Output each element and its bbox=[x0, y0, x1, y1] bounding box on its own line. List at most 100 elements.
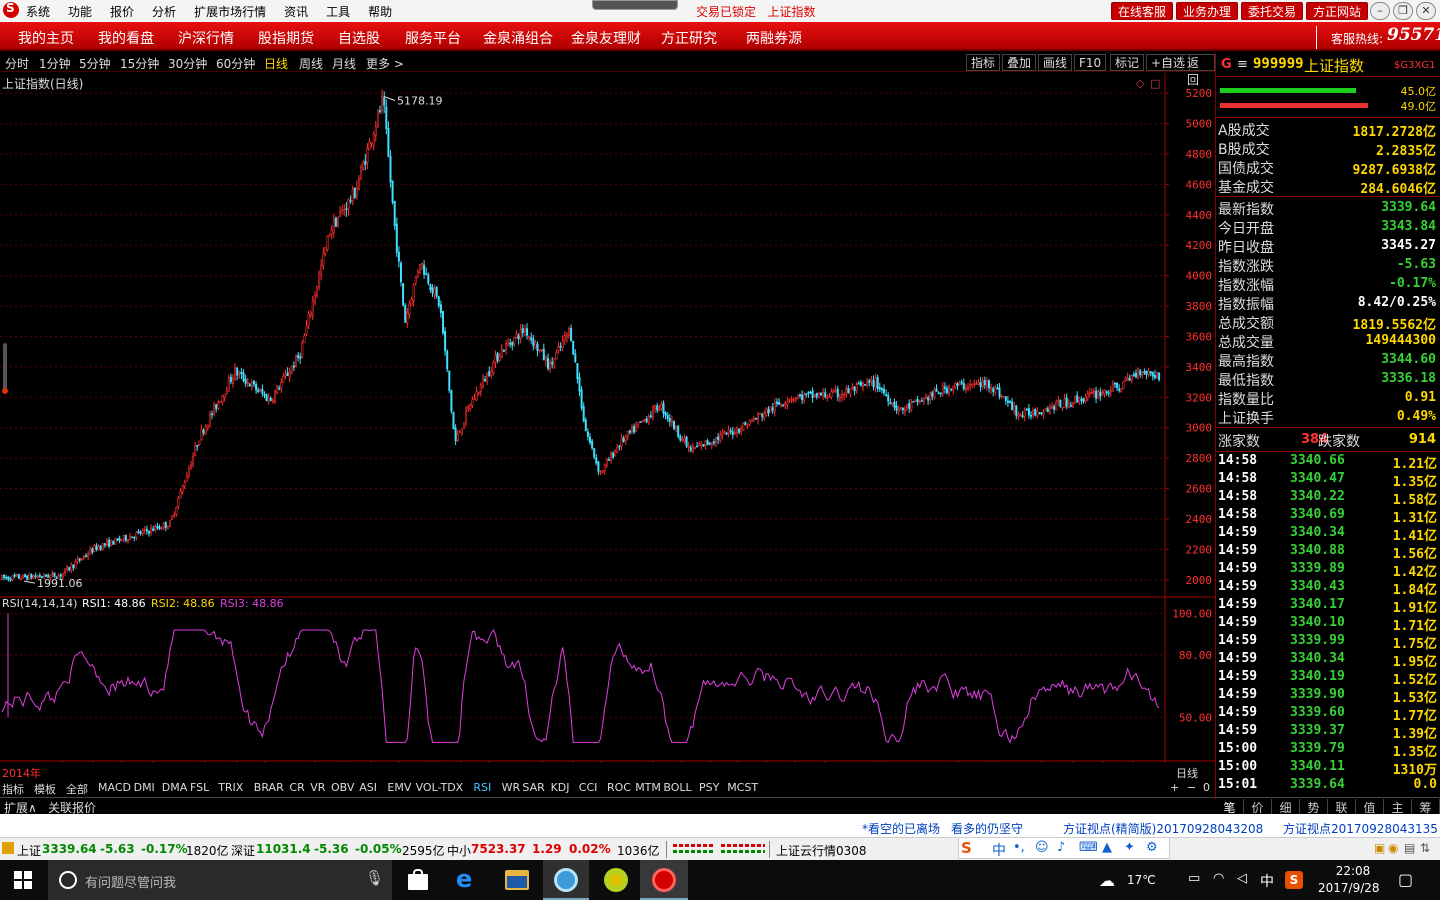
nav-my-board[interactable]: 我的看盘 bbox=[98, 28, 154, 48]
indicator-tab[interactable]: 指标 bbox=[2, 781, 24, 797]
news-item[interactable]: 看多的仍坚守 bbox=[951, 820, 1023, 837]
ime-indicator[interactable]: 中 bbox=[1260, 871, 1274, 891]
period-tick[interactable]: 分时 bbox=[5, 55, 29, 72]
zoom-out-icon[interactable]: − bbox=[1187, 781, 1196, 794]
indicator-tab[interactable]: BOLL bbox=[663, 781, 691, 794]
zoom-in-icon[interactable]: + bbox=[1170, 781, 1179, 794]
indicator-tab[interactable]: DMI bbox=[134, 781, 155, 794]
ime-toolbar[interactable]: S 中 •, ☺ ♪ ⌨ ▲ ✦ ⚙ bbox=[958, 837, 1170, 859]
taskbar-ie-app[interactable] bbox=[543, 860, 589, 900]
menu-system[interactable]: 系统 bbox=[26, 3, 50, 20]
emoji-icon[interactable]: ☺ bbox=[1035, 840, 1049, 855]
ime-mode-icon[interactable]: 中 bbox=[992, 840, 1006, 860]
indicator-tab[interactable]: OBV bbox=[331, 781, 354, 794]
indicator-tab[interactable]: ASI bbox=[359, 781, 377, 794]
menu-news[interactable]: 资讯 bbox=[284, 3, 308, 20]
taskbar-fangzheng-app[interactable] bbox=[640, 860, 688, 900]
tick-list[interactable]: 14:58 3340.66 1.21亿 14:58 3340.47 1.35亿 14:58 3… bbox=[1216, 452, 1440, 794]
period-5min[interactable]: 5分钟 bbox=[79, 55, 111, 72]
keyboard-icon[interactable]: ⌨ bbox=[1079, 840, 1098, 855]
minimize-icon[interactable]: – bbox=[1370, 2, 1390, 20]
indicator-tab[interactable]: VOL-TDX bbox=[416, 781, 464, 794]
indicator-tab[interactable]: TRIX bbox=[218, 781, 243, 794]
period-daily[interactable]: 日线 bbox=[264, 55, 288, 72]
indicator-tab[interactable]: ROC bbox=[607, 781, 631, 794]
nav-market[interactable]: 沪深行情 bbox=[178, 28, 234, 48]
menu-extended-market[interactable]: 扩展市场行情 bbox=[194, 3, 266, 20]
indicator-tab[interactable]: 全部 bbox=[66, 781, 88, 797]
cloud-quote-label[interactable]: 上证云行情0308 bbox=[776, 842, 867, 859]
period-monthly[interactable]: 月线 bbox=[332, 55, 356, 72]
period-1min[interactable]: 1分钟 bbox=[39, 55, 71, 72]
news-item[interactable]: 方证视点20170928043135 bbox=[1283, 820, 1438, 837]
cortana-search-box[interactable]: 有问题尽管问我 🎙 bbox=[48, 860, 392, 900]
nav-finance[interactable]: 金泉友理财 bbox=[571, 28, 641, 48]
indicator-tab[interactable]: WR bbox=[502, 781, 521, 794]
indicator-tab[interactable]: MACD bbox=[98, 781, 131, 794]
nav-margin[interactable]: 两融券源 bbox=[746, 28, 802, 48]
online-service-button[interactable]: 在线客服 bbox=[1111, 2, 1174, 20]
drop-tab-handle[interactable] bbox=[592, 0, 678, 10]
period-more[interactable]: 更多 > bbox=[366, 55, 404, 72]
trade-button[interactable]: 委托交易 bbox=[1241, 2, 1304, 20]
news-item[interactable]: 方证视点(精简版)20170928043208 bbox=[1063, 820, 1263, 837]
wifi-icon[interactable]: ◠ bbox=[1213, 871, 1224, 886]
restore-icon[interactable]: ❐ bbox=[1393, 2, 1413, 20]
tools-icon[interactable]: ✦ bbox=[1124, 840, 1135, 855]
website-button[interactable]: 方正网站 bbox=[1306, 2, 1369, 20]
skin-icon[interactable]: ▲ bbox=[1102, 840, 1112, 855]
indicator-tab[interactable]: MCST bbox=[727, 781, 758, 794]
menu-analysis[interactable]: 分析 bbox=[152, 3, 176, 20]
indicator-tab[interactable]: CR bbox=[289, 781, 304, 794]
nav-watchlist[interactable]: 自选股 bbox=[338, 28, 380, 48]
punctuation-icon[interactable]: •, bbox=[1013, 840, 1025, 855]
indicator-tab[interactable]: FSL bbox=[190, 781, 209, 794]
status-icon-3[interactable]: ▤ bbox=[1404, 841, 1415, 855]
business-button[interactable]: 业务办理 bbox=[1176, 2, 1239, 20]
nav-portfolio[interactable]: 金泉涌组合 bbox=[483, 28, 553, 48]
status-icon-4[interactable]: ⇅ bbox=[1420, 841, 1430, 855]
sogou-tray-icon[interactable]: S bbox=[1285, 871, 1303, 889]
zoom-reset-icon[interactable]: 0 bbox=[1203, 781, 1210, 794]
store-icon[interactable] bbox=[406, 868, 430, 892]
indicator-tab[interactable]: CCI bbox=[579, 781, 598, 794]
microphone-icon[interactable]: 🎙 bbox=[365, 869, 384, 887]
menu-tools[interactable]: 工具 bbox=[326, 3, 350, 20]
battery-icon[interactable]: ▭ bbox=[1188, 871, 1200, 886]
close-icon[interactable]: ✕ bbox=[1416, 2, 1436, 20]
menu-function[interactable]: 功能 bbox=[68, 3, 92, 20]
notification-icon[interactable]: ▢ bbox=[1398, 870, 1413, 889]
nav-futures[interactable]: 股指期货 bbox=[258, 28, 314, 48]
nav-services[interactable]: 服务平台 bbox=[405, 28, 461, 48]
indicator-tab[interactable]: MTM bbox=[635, 781, 661, 794]
indicator-tab[interactable]: KDJ bbox=[551, 781, 570, 794]
indicator-button[interactable]: 指标 bbox=[966, 54, 1001, 71]
windows-start-icon[interactable] bbox=[14, 871, 32, 889]
mark-button[interactable]: 标记 bbox=[1110, 54, 1145, 71]
edge-browser-icon[interactable]: e bbox=[456, 867, 480, 892]
status-icon-1[interactable]: ▣ bbox=[1374, 841, 1385, 855]
period-weekly[interactable]: 周线 bbox=[299, 55, 323, 72]
kline-chart-svg[interactable]: 5200 5000 4800 4600 4400 4200 4000 3800 3600 3400… bbox=[0, 73, 1215, 763]
f10-button[interactable]: F10 bbox=[1074, 54, 1107, 71]
draw-line-button[interactable]: 画线 bbox=[1038, 54, 1073, 71]
indicator-tab[interactable]: 模板 bbox=[34, 781, 56, 797]
volume-icon[interactable]: ◁ bbox=[1237, 871, 1247, 886]
period-60min[interactable]: 60分钟 bbox=[216, 55, 255, 72]
news-item[interactable]: *看空的已离场 bbox=[862, 820, 940, 837]
menu-lines-icon[interactable]: ≡ bbox=[1237, 57, 1248, 72]
menu-quote[interactable]: 报价 bbox=[110, 3, 134, 20]
indicator-tab[interactable]: RSI bbox=[473, 781, 491, 794]
clock-date[interactable]: 2017/9/28 bbox=[1318, 881, 1380, 895]
indicator-tab[interactable]: EMV bbox=[387, 781, 411, 794]
menu-help[interactable]: 帮助 bbox=[368, 3, 392, 20]
back-button[interactable]: 返回 bbox=[1182, 54, 1215, 87]
weather-icon[interactable]: ☁ bbox=[1099, 871, 1115, 890]
nav-home[interactable]: 我的主页 bbox=[18, 28, 74, 48]
indicator-tab[interactable]: DMA bbox=[162, 781, 188, 794]
indicator-tab[interactable]: VR bbox=[310, 781, 325, 794]
mic-icon[interactable]: ♪ bbox=[1057, 840, 1065, 855]
period-30min[interactable]: 30分钟 bbox=[168, 55, 207, 72]
period-15min[interactable]: 15分钟 bbox=[120, 55, 159, 72]
clock-time[interactable]: 22:08 bbox=[1331, 864, 1375, 878]
